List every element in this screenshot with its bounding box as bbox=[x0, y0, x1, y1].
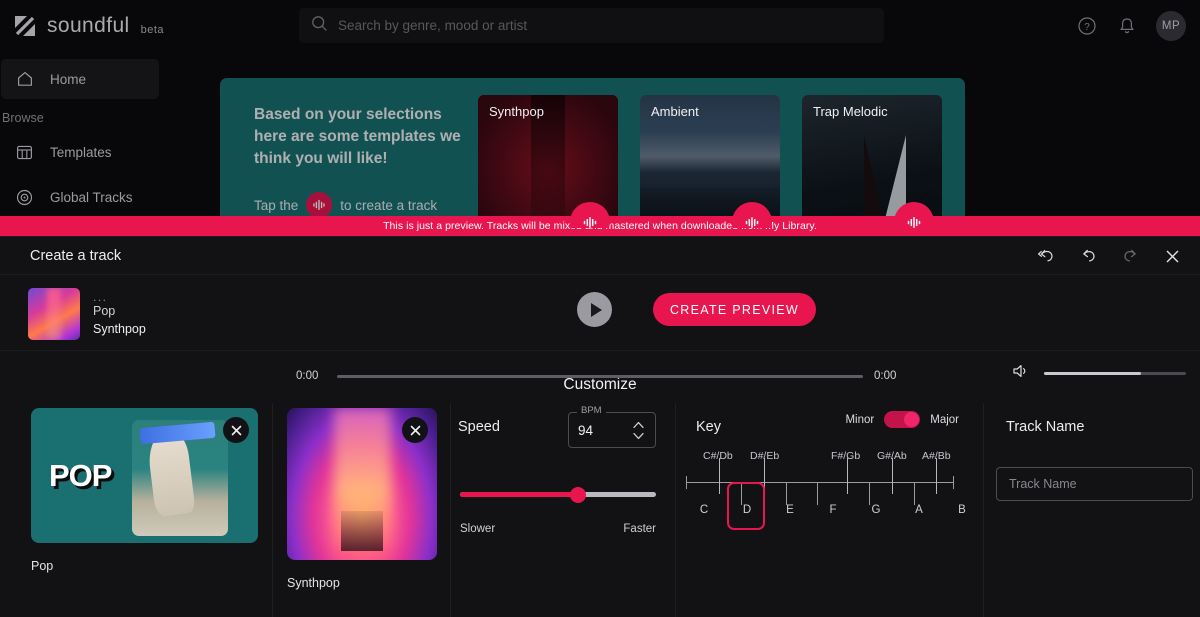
player-row: ... Pop Synthpop CREATE PREVIEW 0:00 0:0… bbox=[0, 275, 1200, 351]
background-dimmer bbox=[0, 0, 1200, 228]
white-key-label[interactable]: A bbox=[915, 504, 923, 516]
style-card-pop[interactable]: POP bbox=[31, 408, 258, 543]
time-current: 0:00 bbox=[296, 370, 326, 382]
speed-column: Speed BPM Slower Faster bbox=[451, 403, 676, 617]
play-button[interactable] bbox=[577, 292, 612, 327]
minor-major-toggle[interactable] bbox=[884, 411, 920, 428]
undo-icon[interactable] bbox=[1078, 246, 1098, 266]
key-column: Key Minor Major C#/Db D#/Eb F#/Gb G#/Ab … bbox=[676, 403, 984, 617]
speed-fill bbox=[460, 492, 578, 497]
keyboard-rail-end bbox=[686, 476, 687, 489]
volume-fill bbox=[1044, 372, 1141, 375]
track-meta: ... Pop Synthpop bbox=[93, 289, 146, 339]
track-name-input[interactable] bbox=[996, 467, 1193, 501]
create-track-panel: Create a track bbox=[0, 236, 1200, 617]
track-style: Synthpop bbox=[93, 321, 146, 339]
style-caption: Pop bbox=[31, 559, 272, 573]
black-key-tick[interactable] bbox=[892, 458, 893, 494]
remove-style-button[interactable] bbox=[402, 417, 428, 443]
style-art-photo bbox=[132, 420, 228, 536]
close-icon[interactable] bbox=[1162, 246, 1182, 266]
volume-icon[interactable] bbox=[1012, 363, 1030, 384]
white-key-label[interactable]: F bbox=[829, 504, 836, 516]
template-card-label: Ambient bbox=[651, 104, 699, 119]
white-key-label[interactable]: E bbox=[786, 504, 794, 516]
major-label: Major bbox=[930, 414, 959, 426]
volume-control[interactable] bbox=[1012, 363, 1186, 384]
speed-range-labels: Slower Faster bbox=[460, 523, 656, 535]
black-key-tick[interactable] bbox=[847, 458, 848, 494]
style-art-text: POP bbox=[49, 458, 111, 494]
redo-icon[interactable] bbox=[1120, 246, 1140, 266]
white-key-label[interactable]: C bbox=[700, 504, 708, 516]
black-key-labels: C#/Db D#/Eb F#/Gb G#/Ab A#/Bb bbox=[686, 450, 954, 466]
minor-label: Minor bbox=[845, 414, 874, 426]
playback-progress[interactable]: 0:00 0:00 bbox=[296, 370, 904, 382]
time-total: 0:00 bbox=[874, 370, 904, 382]
key-selector[interactable]: C#/Db D#/Eb F#/Gb G#/Ab A#/Bb bbox=[686, 450, 954, 560]
speed-thumb[interactable] bbox=[570, 487, 586, 503]
volume-slider[interactable] bbox=[1044, 372, 1186, 375]
bpm-input[interactable] bbox=[569, 423, 621, 438]
progress-bar[interactable] bbox=[337, 375, 863, 378]
panel-tools bbox=[1036, 237, 1182, 275]
white-key-label[interactable]: G bbox=[872, 504, 881, 516]
style-caption: Synthpop bbox=[287, 576, 450, 590]
panel-header: Create a track bbox=[0, 237, 1200, 275]
black-key-tick[interactable] bbox=[936, 458, 937, 494]
reset-icon[interactable] bbox=[1036, 246, 1056, 266]
white-key-tick[interactable] bbox=[914, 483, 915, 505]
bpm-legend: BPM bbox=[577, 405, 606, 416]
play-icon bbox=[591, 303, 602, 317]
speed-slider[interactable] bbox=[460, 492, 656, 497]
style-card-synthpop[interactable] bbox=[287, 408, 437, 560]
black-key-tick[interactable] bbox=[719, 458, 720, 494]
template-card-label: Trap Melodic bbox=[813, 104, 888, 119]
track-artwork bbox=[28, 288, 80, 340]
white-key-tick[interactable] bbox=[869, 483, 870, 505]
template-card-label: Synthpop bbox=[489, 104, 544, 119]
stepper-icon[interactable] bbox=[632, 421, 645, 440]
panel-title: Create a track bbox=[0, 248, 121, 264]
white-key-tick[interactable] bbox=[817, 483, 818, 505]
remove-style-button[interactable] bbox=[223, 417, 249, 443]
customize-grid: POP Pop bbox=[0, 403, 1200, 617]
create-preview-button[interactable]: CREATE PREVIEW bbox=[653, 293, 816, 326]
style-column-synthpop: Synthpop bbox=[273, 403, 451, 617]
track-name-column: Track Name bbox=[984, 403, 1200, 617]
speed-max-label: Faster bbox=[623, 523, 656, 535]
white-key-tick[interactable] bbox=[786, 483, 787, 505]
white-key-label[interactable]: B bbox=[958, 504, 966, 516]
speed-min-label: Slower bbox=[460, 523, 495, 535]
track-genre: Pop bbox=[93, 303, 146, 321]
keyboard-rail-end bbox=[953, 476, 954, 489]
speed-label: Speed bbox=[458, 419, 500, 435]
black-key-label: F#/Gb bbox=[831, 450, 860, 462]
track-name-label: Track Name bbox=[1006, 419, 1084, 435]
black-key-label: C#/Db bbox=[703, 450, 733, 462]
mode-toggle-row: Minor Major bbox=[845, 411, 959, 428]
track-title: ... bbox=[93, 289, 146, 303]
white-key-label[interactable]: D bbox=[743, 504, 751, 516]
app-root: soundful beta bbox=[0, 0, 1200, 617]
style-column-pop: POP Pop bbox=[0, 403, 273, 617]
key-label: Key bbox=[696, 419, 721, 435]
toggle-knob bbox=[904, 412, 919, 427]
bpm-field[interactable]: BPM bbox=[568, 412, 656, 448]
